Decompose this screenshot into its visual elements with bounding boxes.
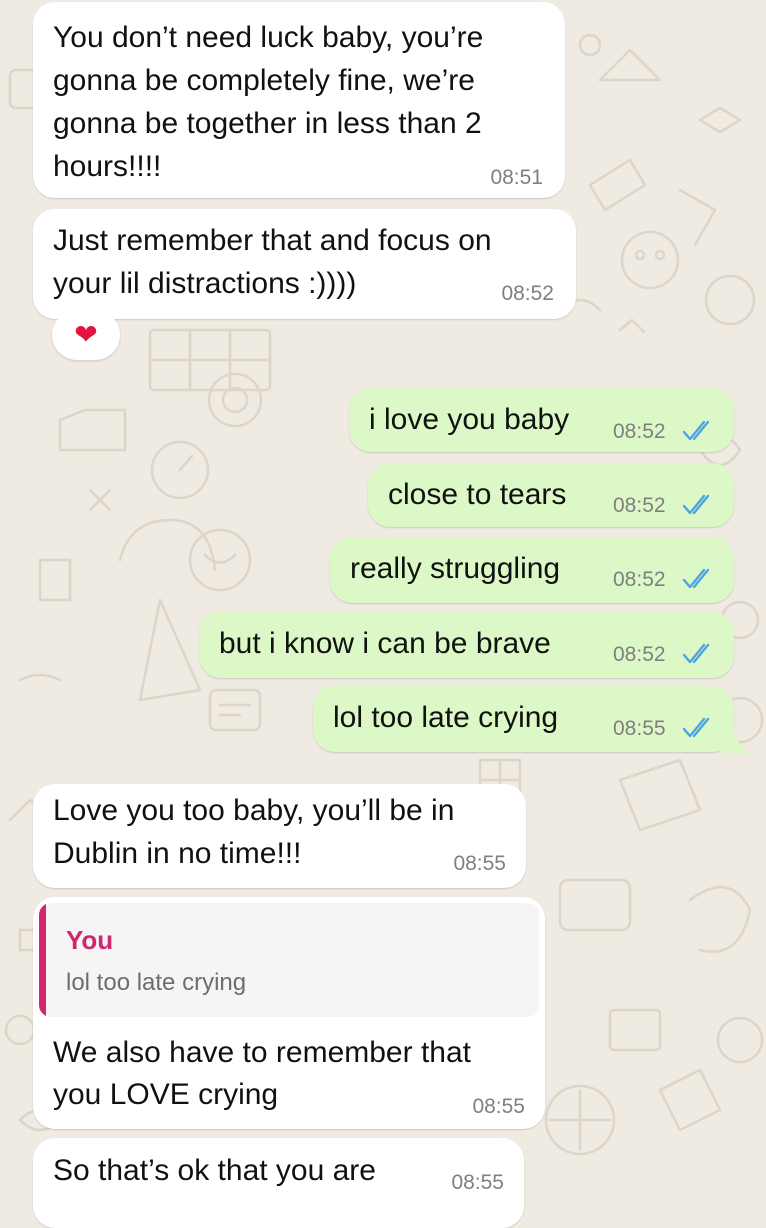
double-check-icon xyxy=(682,494,710,515)
double-check-icon xyxy=(682,643,710,664)
message-text-line: you LOVE crying xyxy=(53,1078,279,1111)
incoming-message[interactable]: Just remember that and focus on your lil… xyxy=(33,209,576,319)
outgoing-message[interactable]: i love you baby 08:52 xyxy=(349,388,734,452)
message-text-line: Love you too baby, you’ll be in xyxy=(53,794,455,827)
message-text-line: So that’s ok that you are xyxy=(53,1154,376,1187)
message-timestamp: 08:52 xyxy=(613,643,666,666)
message-text-line: gonna be together in less than 2 xyxy=(53,107,482,140)
incoming-message[interactable]: So that’s ok that you are 08:55 xyxy=(33,1138,524,1228)
outgoing-message[interactable]: really struggling 08:52 xyxy=(330,537,734,603)
quote-text: lol too late crying xyxy=(66,969,247,996)
message-timestamp: 08:52 xyxy=(613,494,666,517)
message-text: i love you baby xyxy=(369,403,570,436)
message-text: close to tears xyxy=(388,478,567,511)
reply-message[interactable]: You lol too late crying We also have to … xyxy=(33,897,545,1129)
double-check-icon xyxy=(682,717,710,738)
message-text-line: You don’t need luck baby, you’re xyxy=(53,21,484,54)
message-timestamp: 08:51 xyxy=(490,166,543,189)
outgoing-message[interactable]: but i know i can be brave 08:52 xyxy=(199,612,734,678)
double-check-icon xyxy=(682,420,710,441)
message-text-line: Dublin in no time!!! xyxy=(53,837,302,870)
quote-accent-bar xyxy=(39,903,46,1017)
outgoing-message[interactable]: lol too late crying 08:55 xyxy=(313,686,734,752)
message-timestamp: 08:52 xyxy=(613,420,666,443)
message-timestamp: 08:55 xyxy=(472,1095,525,1118)
message-text: but i know i can be brave xyxy=(219,627,551,660)
message-text-line: hours!!!! xyxy=(53,150,162,183)
message-text-line: We also have to remember that xyxy=(53,1036,471,1069)
message-text-line: your lil distractions :)))) xyxy=(53,267,357,300)
message-timestamp: 08:55 xyxy=(613,717,666,740)
bubble-tail xyxy=(33,299,58,320)
message-text-line: gonna be completely fine, we’re xyxy=(53,64,475,97)
incoming-message[interactable]: Love you too baby, you’ll be in Dublin i… xyxy=(33,784,526,888)
incoming-message[interactable]: You don’t need luck baby, you’re gonna b… xyxy=(33,2,565,198)
reaction-badge[interactable]: ❤ xyxy=(52,310,120,360)
message-text: lol too late crying xyxy=(333,701,559,734)
bubble-tail xyxy=(712,730,752,754)
message-timestamp: 08:55 xyxy=(453,852,506,875)
outgoing-message[interactable]: close to tears 08:52 xyxy=(368,463,734,527)
message-text-line: Just remember that and focus on xyxy=(53,224,492,257)
message-timestamp: 08:52 xyxy=(613,568,666,591)
message-text: really struggling xyxy=(350,552,561,585)
quoted-message[interactable]: You lol too late crying xyxy=(39,903,539,1017)
quote-author: You xyxy=(66,925,114,955)
message-timestamp: 08:52 xyxy=(501,282,554,305)
message-timestamp: 08:55 xyxy=(451,1171,504,1194)
double-check-icon xyxy=(682,568,710,589)
red-heart-icon: ❤ xyxy=(74,319,98,350)
